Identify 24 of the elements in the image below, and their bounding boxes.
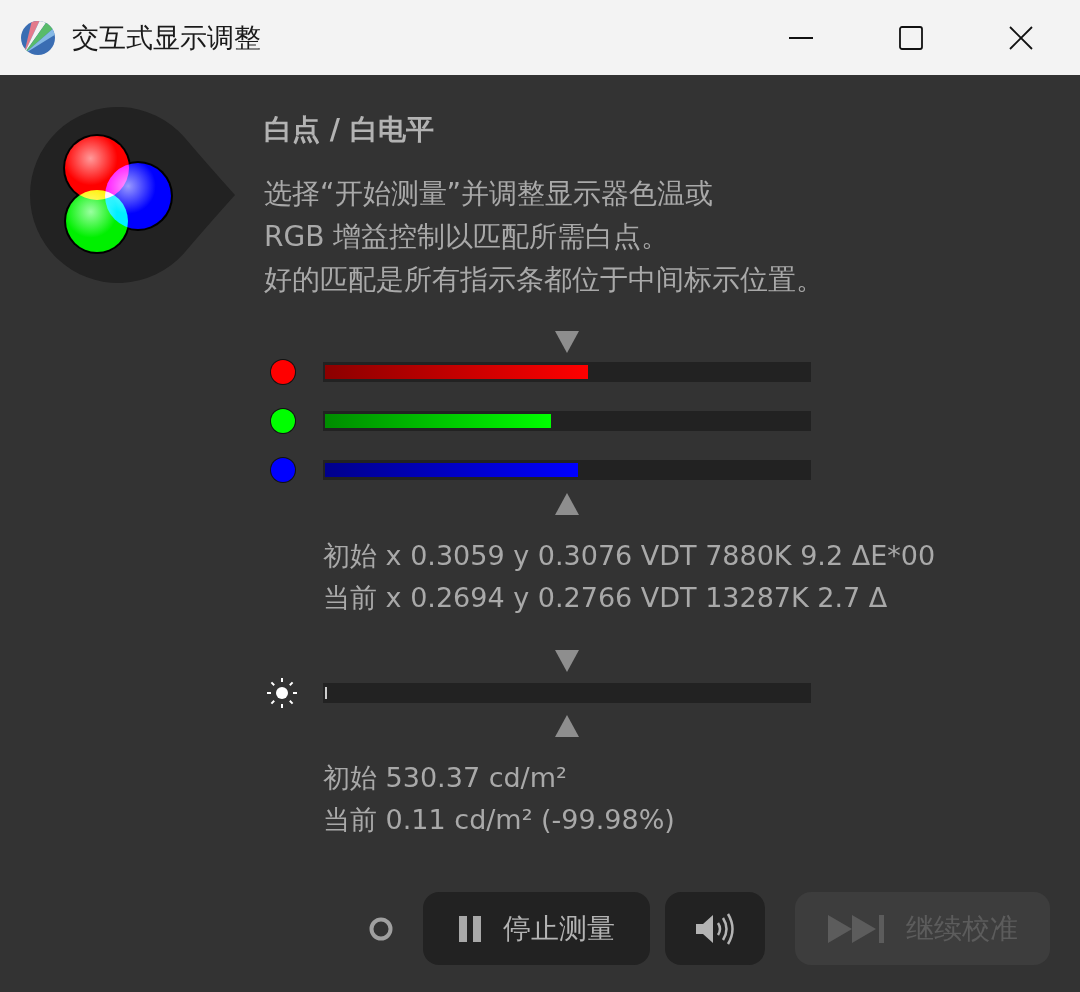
instructions-line: 选择“开始测量”并调整显示器色温或 xyxy=(264,176,713,212)
window-title: 交互式显示调整 xyxy=(72,20,261,55)
maximize-icon xyxy=(899,25,923,50)
section-heading: 白点 / 白电平 xyxy=(264,112,434,148)
ring-icon xyxy=(369,916,393,941)
stop-measurement-button[interactable]: 停止测量 xyxy=(423,892,650,965)
pause-icon xyxy=(458,915,481,942)
skip-forward-icon xyxy=(827,914,884,943)
triangle-up-icon xyxy=(555,715,579,737)
initial-chromaticity-text: 初始 x 0.3059 y 0.3076 VDT 7880K 9.2 ΔE*00 xyxy=(323,539,936,573)
triangle-down-icon xyxy=(555,331,579,353)
rgb-circles-icon xyxy=(30,107,235,283)
minimize-icon xyxy=(789,36,813,39)
close-icon xyxy=(1009,25,1033,50)
current-luminance-text: 当前 0.11 cd/m² (-99.98%) xyxy=(323,803,675,837)
instructions-line: 好的匹配是所有指示条都位于中间标示位置。 xyxy=(264,262,824,298)
current-chromaticity-text: 当前 x 0.2694 y 0.2766 VDT 13287K 2.7 Δ xyxy=(323,581,888,615)
sun-icon xyxy=(266,677,298,709)
speaker-icon xyxy=(695,911,735,946)
sound-button[interactable] xyxy=(665,892,765,965)
triangle-down-icon xyxy=(555,650,579,672)
instructions-line: RGB 增益控制以匹配所需白点。 xyxy=(264,219,670,255)
initial-luminance-text: 初始 530.37 cd/m² xyxy=(323,761,567,795)
triangle-up-icon xyxy=(555,493,579,515)
